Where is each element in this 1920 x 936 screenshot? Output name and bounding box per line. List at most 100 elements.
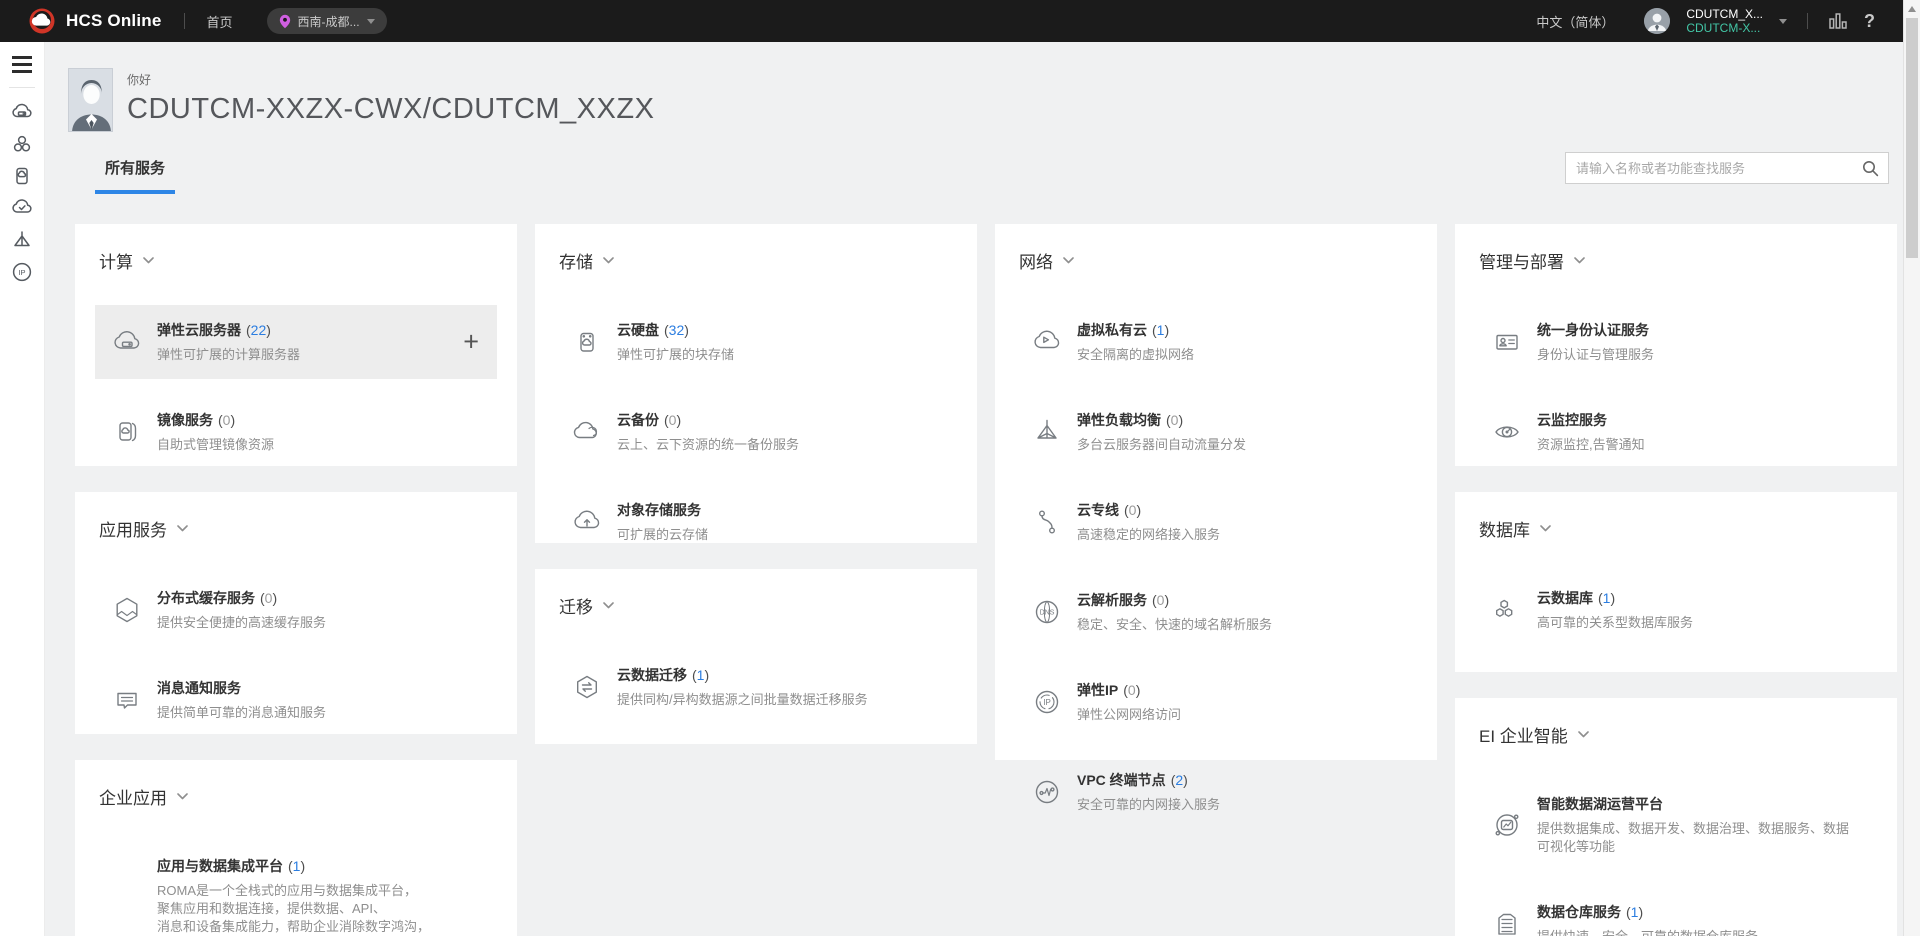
region-selector[interactable]: 西南-成都...	[267, 8, 387, 34]
service-name: 云监控服务	[1537, 410, 1607, 430]
dns-icon: DNS	[1031, 596, 1063, 628]
service-desc: 安全隔离的虚拟网络	[1077, 346, 1194, 364]
section-header-compute[interactable]: 计算	[75, 224, 517, 273]
service-item-dcs[interactable]: 分布式缓存服务 (0) 提供安全便捷的高速缓存服务	[95, 573, 497, 647]
service-item-smn[interactable]: 消息通知服务 提供简单可靠的消息通知服务	[95, 663, 497, 737]
hcs-logo-icon	[28, 7, 56, 35]
section-title: 网络	[1019, 248, 1053, 273]
service-count: 0	[1128, 682, 1136, 698]
service-desc: 高速稳定的网络接入服务	[1077, 526, 1220, 544]
sidebar-item-eip[interactable]: IP	[0, 256, 45, 288]
service-item-cdm[interactable]: 云数据迁移 (1) 提供同构/异构数据源之间批量数据迁移服务	[555, 650, 957, 724]
dws-icon	[1491, 908, 1523, 936]
card-management: 管理与部署 统一身份认证服务 身份认证与管理服务	[1455, 224, 1897, 466]
page-title: CDUTCM-XXZX-CWX/CDUTCM_XXZX	[127, 93, 654, 126]
chevron-down-icon	[367, 19, 375, 24]
language-switch[interactable]: 中文（简体）	[1536, 12, 1614, 31]
search-icon[interactable]	[1862, 160, 1879, 177]
section-header-database[interactable]: 数据库	[1455, 492, 1897, 541]
avatar[interactable]	[1644, 8, 1670, 34]
service-item-elb[interactable]: 弹性负载均衡 (0) 多台云服务器间自动流量分发	[1015, 395, 1417, 469]
ip-circle-icon: IP	[10, 260, 34, 284]
scroll-up-arrow-icon[interactable]	[1908, 6, 1916, 12]
add-icon[interactable]: +	[463, 329, 479, 356]
tab-all-services[interactable]: 所有服务	[95, 157, 175, 194]
scrollbar-thumb[interactable]	[1906, 18, 1918, 258]
section-title: 计算	[99, 248, 133, 273]
service-name: 云数据迁移	[617, 665, 687, 685]
service-item-ims[interactable]: 镜像服务 (0) 自助式管理镜像资源	[95, 395, 497, 469]
evs-icon	[571, 326, 603, 358]
sidebar-item-ecs[interactable]	[0, 96, 45, 128]
card-database: 数据库 云数据库 (1) 高可靠的关系型数据库服务	[1455, 492, 1897, 672]
sidebar-item-elb[interactable]	[0, 224, 45, 256]
ecs-icon	[111, 326, 143, 358]
help-icon[interactable]: ?	[1864, 11, 1875, 32]
left-sidebar: IP	[0, 42, 45, 936]
section-header-ei[interactable]: EI 企业智能	[1455, 698, 1897, 747]
service-item-datalake[interactable]: 智能数据湖运营平台 提供数据集成、数据开发、数据治理、数据服务、数据可视化等功能	[1475, 779, 1877, 871]
service-desc: 多台云服务器间自动流量分发	[1077, 436, 1246, 454]
account-menu[interactable]: CDUTCM_X... CDUTCM-X...	[1686, 7, 1763, 35]
vpc-icon	[1031, 326, 1063, 358]
chevron-down-icon	[1063, 257, 1074, 264]
service-count: 32	[669, 322, 685, 338]
service-search[interactable]	[1565, 152, 1889, 184]
sidebar-item-backup[interactable]	[0, 192, 45, 224]
service-desc: 稳定、安全、快速的域名解析服务	[1077, 616, 1272, 634]
chevron-down-icon	[1574, 257, 1585, 264]
brand[interactable]: HCS Online	[28, 7, 162, 35]
service-item-ecs[interactable]: 弹性云服务器 (22) 弹性可扩展的计算服务器 +	[95, 305, 497, 379]
service-item-ces[interactable]: 云监控服务 资源监控,告警通知	[1475, 395, 1877, 469]
card-ei: EI 企业智能 智能数据湖运营平台 提供数据集成、数据开发、数据治理、数据服务、…	[1455, 698, 1897, 936]
service-item-dc[interactable]: 云专线 (0) 高速稳定的网络接入服务	[1015, 485, 1417, 559]
location-pin-icon	[279, 14, 291, 29]
chevron-down-icon	[177, 525, 188, 532]
section-header-network[interactable]: 网络	[995, 224, 1437, 273]
service-item-dns[interactable]: DNS 云解析服务 (0) 稳定、安全、快速的域名解析服务	[1015, 575, 1417, 649]
card-network: 网络 虚拟私有云 (1) 安全隔离的虚拟网络	[995, 224, 1437, 760]
service-name: 虚拟私有云	[1077, 320, 1147, 340]
divider	[1807, 13, 1808, 29]
search-input[interactable]	[1566, 161, 1862, 176]
service-item-rds[interactable]: 云数据库 (1) 高可靠的关系型数据库服务	[1475, 573, 1877, 647]
service-item-eip[interactable]: IP 弹性IP (0) 弹性公网网络访问	[1015, 665, 1417, 739]
service-desc: 自助式管理镜像资源	[157, 436, 274, 454]
section-header-migration[interactable]: 迁移	[535, 569, 977, 618]
service-item-obs[interactable]: 对象存储服务 可扩展的云存储	[555, 485, 957, 559]
eip-icon: IP	[1031, 686, 1063, 718]
service-item-roma[interactable]: 应用与数据集成平台 (1) ROMA是一个全栈式的应用与数据集成平台， 聚焦应用…	[95, 841, 497, 936]
service-item-dws[interactable]: 数据仓库服务 (1) 提供快速、安全、可靠的数据仓库服务	[1475, 887, 1877, 936]
section-title: 管理与部署	[1479, 248, 1564, 273]
service-item-iam[interactable]: 统一身份认证服务 身份认证与管理服务	[1475, 305, 1877, 379]
divider	[184, 13, 185, 29]
section-title: EI 企业智能	[1479, 722, 1568, 747]
service-item-vpc[interactable]: 虚拟私有云 (1) 安全隔离的虚拟网络	[1015, 305, 1417, 379]
section-header-enterprise-apps[interactable]: 企业应用	[75, 760, 517, 809]
section-header-storage[interactable]: 存储	[535, 224, 977, 273]
service-name: 弹性负载均衡	[1077, 410, 1161, 430]
sidebar-item-evs[interactable]	[0, 160, 45, 192]
chevron-down-icon[interactable]	[1779, 19, 1787, 24]
blank-icon	[111, 880, 143, 912]
service-item-evs[interactable]: 云硬盘 (32) 弹性可扩展的块存储	[555, 305, 957, 379]
section-title: 迁移	[559, 593, 593, 618]
cloud-server-icon	[10, 100, 34, 124]
section-header-app-services[interactable]: 应用服务	[75, 492, 517, 541]
grid-column-4: 管理与部署 统一身份认证服务 身份认证与管理服务	[1455, 224, 1897, 936]
monitor-chart-icon[interactable]	[1828, 11, 1848, 31]
service-item-vpcep[interactable]: VPC 终端节点 (2) 安全可靠的内网接入服务	[1015, 755, 1417, 829]
service-name: 分布式缓存服务	[157, 588, 255, 608]
vertical-scrollbar[interactable]	[1903, 0, 1920, 936]
home-link[interactable]: 首页	[207, 12, 233, 31]
service-desc: 安全可靠的内网接入服务	[1077, 796, 1220, 814]
account-tenant: CDUTCM-X...	[1686, 21, 1763, 35]
ims-icon	[111, 416, 143, 448]
menu-icon[interactable]	[12, 56, 32, 73]
sidebar-item-cluster[interactable]	[0, 128, 45, 160]
divider	[9, 87, 35, 88]
topbar-right: 中文（简体） CDUTCM_X... CDUTCM-X... ?	[1536, 7, 1875, 35]
section-header-management[interactable]: 管理与部署	[1455, 224, 1897, 273]
service-name: 应用与数据集成平台	[157, 856, 283, 876]
service-item-cbr[interactable]: 云备份 (0) 云上、云下资源的统一备份服务	[555, 395, 957, 469]
